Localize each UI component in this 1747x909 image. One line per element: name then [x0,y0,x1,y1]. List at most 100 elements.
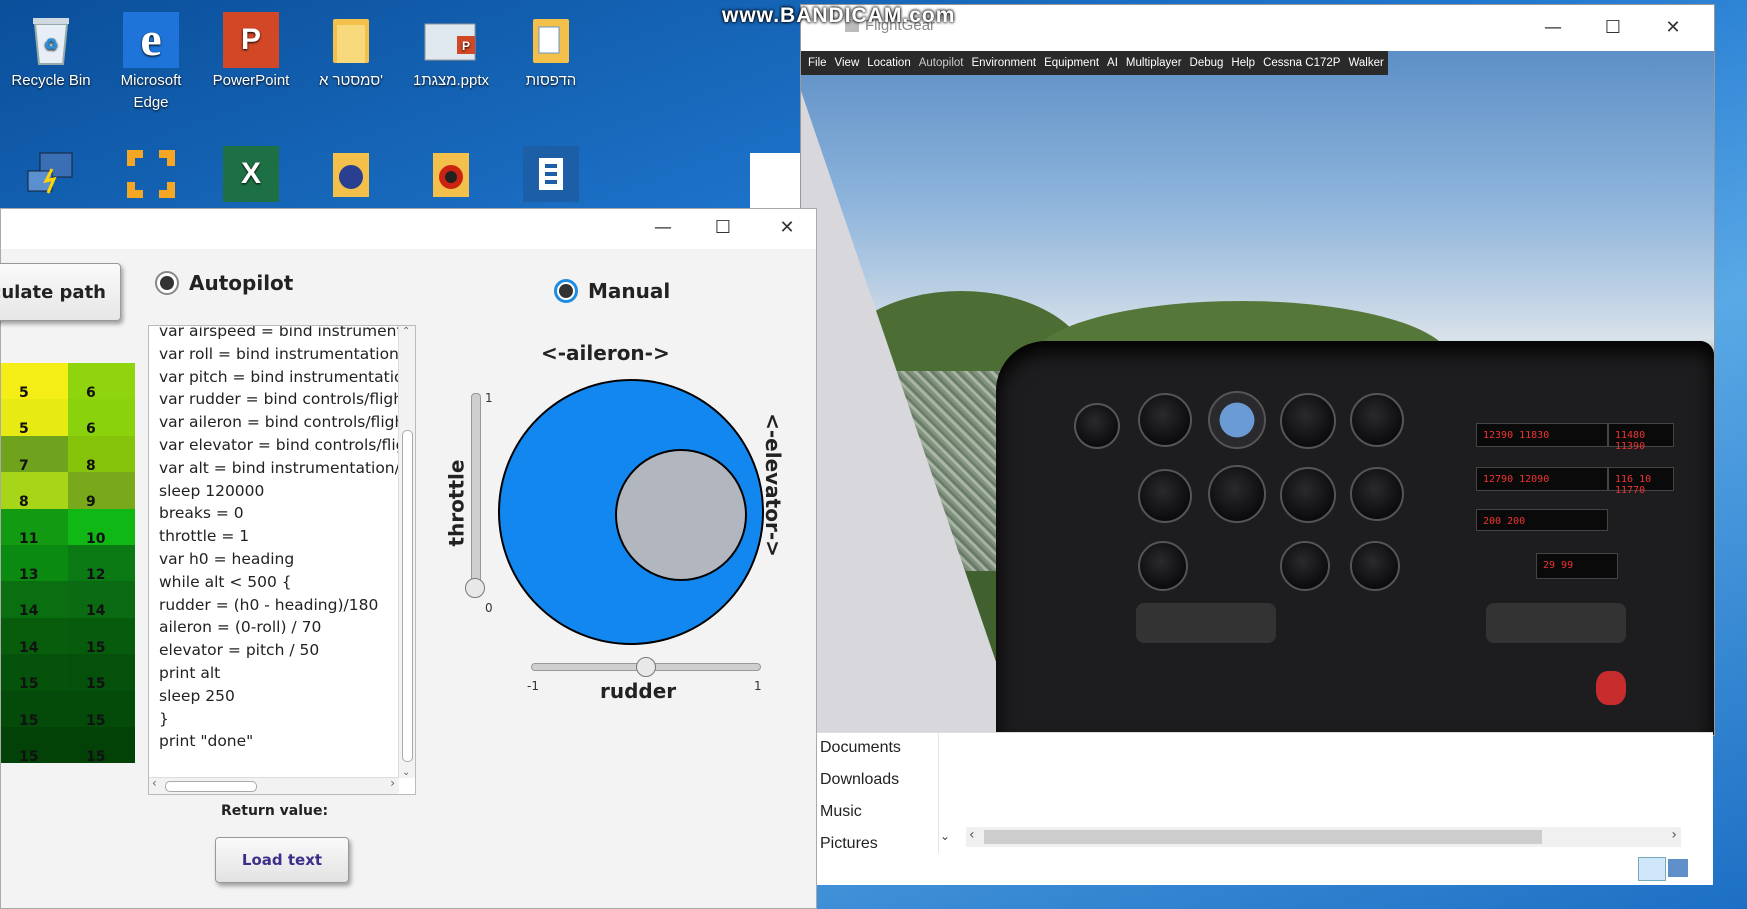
autopilot-radio[interactable]: Autopilot [155,271,293,295]
throttle-slider-thumb[interactable] [465,578,485,598]
scroll-down-icon[interactable]: ⌄ [402,767,410,778]
menu-autopilot[interactable]: Autopilot [919,57,964,69]
code-editor[interactable]: var airspeed = bind instrumentationvar r… [148,325,416,795]
nav-item-pictures[interactable]: Pictures [820,835,878,853]
autopilot-radio-dot[interactable] [155,271,179,295]
grid-cell[interactable]: 15 [68,617,135,656]
close-icon[interactable]: ✕ [1653,15,1693,41]
scroll-right-icon[interactable]: › [390,776,395,790]
grid-cell[interactable]: 15 [1,727,68,765]
grid-cell[interactable]: 12 [68,545,135,583]
desktop-icon-semester-folder[interactable]: סמסטר א' [308,6,394,92]
maximize-icon[interactable]: ☐ [703,215,743,241]
grid-cell[interactable]: 13 [1,545,68,583]
menu-file[interactable]: File [808,57,827,69]
code-line[interactable]: } [159,708,399,731]
desktop-icon-recycle-bin[interactable]: ♻ Recycle Bin [8,6,94,92]
grid-cell[interactable]: 11 [1,508,68,547]
grid-cell[interactable]: 15 [68,690,135,729]
close-icon[interactable]: ✕ [767,215,807,241]
code-line[interactable]: breaks = 0 [159,502,399,525]
menu-help[interactable]: Help [1231,57,1255,69]
file-explorer-window[interactable]: Documents Downloads Music Pictures ⌄ ‹ › [816,732,1713,885]
scrollbar-thumb[interactable] [165,781,257,792]
code-text[interactable]: var airspeed = bind instrumentationvar r… [159,326,399,753]
menu-environment[interactable]: Environment [972,57,1037,69]
details-view-icon[interactable] [1638,857,1666,881]
code-line[interactable]: print "done" [159,730,399,753]
desktop-icon-powerpoint[interactable]: P PowerPoint [208,6,294,92]
horizontal-scrollbar[interactable]: ‹ › [966,827,1681,847]
code-line[interactable]: var elevator = bind controls/flight/e [159,434,399,457]
code-line[interactable]: var airspeed = bind instrumentation [159,326,399,343]
desktop-icon-edge[interactable]: e Microsoft Edge [108,6,194,114]
autopilot-app-window[interactable]: — ☐ ✕ Calculate path Autopilot Manual 56… [0,208,817,909]
rudder-slider-thumb[interactable] [636,657,656,677]
thumbnail-view-icon[interactable] [1668,859,1688,877]
flightgear-window[interactable]: FlightGear — ☐ ✕ 12390 11830 11480 11390… [800,4,1715,736]
desktop-icon-app1[interactable] [308,140,394,204]
code-line[interactable]: var rudder = bind controls/flight/ru [159,388,399,411]
code-line[interactable]: var pitch = bind instrumentation/att [159,366,399,389]
throttle-slider[interactable] [471,393,481,589]
grid-cell[interactable]: 5 [1,363,68,401]
flight-view[interactable]: 12390 11830 11480 11390 12790 12090 116 … [801,51,1714,735]
code-line[interactable]: var alt = bind instrumentation/altim [159,457,399,480]
app-titlebar[interactable]: — ☐ ✕ [1,209,816,249]
code-line[interactable]: var h0 = heading [159,548,399,571]
grid-cell[interactable]: 8 [68,435,135,474]
grid-cell[interactable]: 6 [68,399,135,437]
desktop-icon-prints-folder[interactable]: הדפסות [508,6,594,92]
grid-cell[interactable]: 7 [1,435,68,474]
manual-radio-dot[interactable] [554,279,578,303]
code-line[interactable]: throttle = 1 [159,525,399,548]
desktop-icon-network[interactable] [8,140,94,204]
code-line[interactable]: elevator = pitch / 50 [159,639,399,662]
code-line[interactable]: while alt < 500 { [159,571,399,594]
grid-cell[interactable]: 14 [68,581,135,619]
joystick-knob[interactable] [615,449,747,581]
scroll-left-icon[interactable]: ‹ [152,776,157,790]
grid-cell[interactable]: 15 [1,690,68,729]
nav-item-downloads[interactable]: Downloads [820,771,899,789]
minimize-icon[interactable]: — [1533,15,1573,41]
code-line[interactable]: sleep 250 [159,685,399,708]
grid-cell[interactable]: 15 [1,654,68,692]
code-line[interactable]: sleep 120000 [159,480,399,503]
scroll-up-icon[interactable]: ⌃ [402,326,410,337]
scrollbar-thumb[interactable] [984,830,1542,844]
calculate-path-button[interactable]: Calculate path [0,263,121,321]
scrollbar-thumb[interactable] [402,430,413,762]
editor-horizontal-scrollbar[interactable]: ‹ › [149,776,399,794]
desktop-icon-pptx-file[interactable]: P מצגת1.pptx [408,6,494,92]
grid-cell[interactable]: 8 [1,472,68,510]
grid-cell[interactable]: 15 [68,654,135,692]
grid-cell[interactable]: 10 [68,508,135,547]
desktop-icon-excel[interactable]: X [208,140,294,204]
minimize-icon[interactable]: — [643,215,683,241]
editor-vertical-scrollbar[interactable]: ⌃ ⌄ [398,326,415,778]
menu-equipment[interactable]: Equipment [1044,57,1099,69]
manual-radio[interactable]: Manual [554,279,670,303]
scroll-left-icon[interactable]: ‹ [969,827,975,843]
desktop-icon-app2[interactable] [408,140,494,204]
menu-debug[interactable]: Debug [1190,57,1224,69]
nav-item-documents[interactable]: Documents [820,739,901,757]
grid-cell[interactable]: 14 [1,617,68,656]
code-line[interactable]: var roll = bind instrumentation/atti [159,343,399,366]
menu-walker[interactable]: Walker [1348,57,1383,69]
menu-ai[interactable]: AI [1107,57,1118,69]
code-line[interactable]: print alt [159,662,399,685]
grid-cell[interactable]: 9 [68,472,135,510]
chevron-down-icon[interactable]: ⌄ [940,829,950,843]
code-line[interactable]: var aileron = bind controls/flight/ai [159,411,399,434]
load-text-button[interactable]: Load text [215,837,349,883]
code-line[interactable]: rudder = (h0 - heading)/180 [159,594,399,617]
menu-location[interactable]: Location [867,57,910,69]
scroll-right-icon[interactable]: › [1671,827,1677,843]
grid-cell[interactable]: 15 [68,727,135,765]
menu-multiplayer[interactable]: Multiplayer [1126,57,1182,69]
menu-aircraft[interactable]: Cessna C172P [1263,57,1340,69]
desktop-icon-archive[interactable] [508,140,594,204]
menu-view[interactable]: View [835,57,860,69]
